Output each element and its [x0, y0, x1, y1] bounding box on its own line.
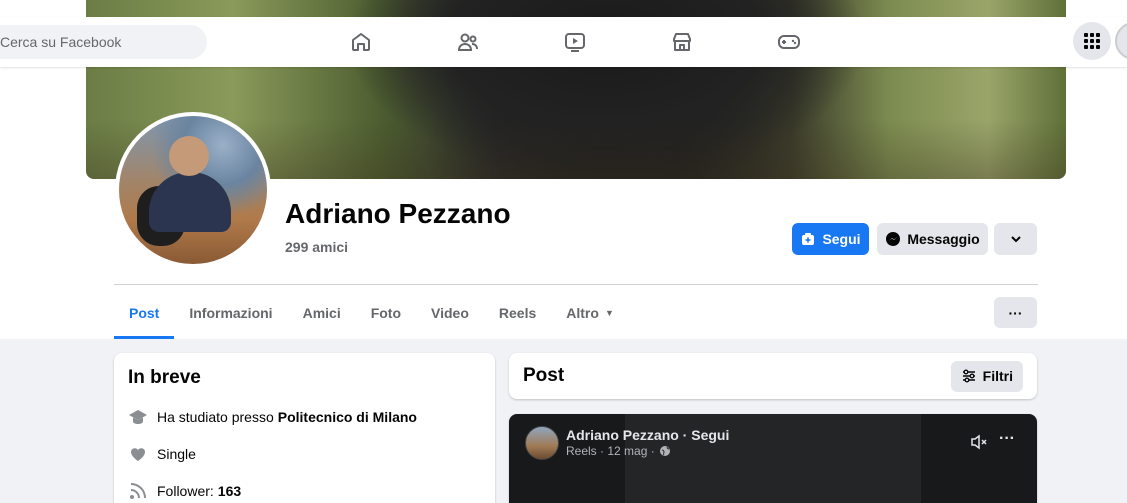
- profile-name: Adriano Pezzano: [285, 198, 511, 229]
- follower-label: Follower:: [157, 483, 214, 499]
- video-icon[interactable]: [559, 26, 591, 58]
- search-input[interactable]: [0, 25, 207, 59]
- filter-label: Filtri: [982, 368, 1013, 384]
- tab-reels[interactable]: Reels: [484, 286, 551, 339]
- home-icon[interactable]: [345, 26, 377, 58]
- message-button[interactable]: Messaggio: [877, 223, 988, 255]
- profile-tabs: Post Informazioni Amici Foto Video Reels…: [114, 286, 629, 339]
- messenger-icon: [886, 232, 901, 246]
- intro-title: In breve: [128, 367, 201, 388]
- top-navigation-bar: [0, 17, 1127, 67]
- tab-amici[interactable]: Amici: [288, 286, 356, 339]
- follower-count[interactable]: 163: [218, 483, 241, 499]
- graduation-cap-icon: [128, 407, 148, 427]
- profile-options-button[interactable]: [994, 223, 1037, 255]
- more-options-button[interactable]: ···: [994, 297, 1037, 328]
- sliders-icon: [962, 369, 975, 383]
- tab-video[interactable]: Video: [416, 286, 484, 339]
- heart-icon: [128, 444, 148, 464]
- relationship-row: Single: [128, 440, 481, 468]
- reel-post[interactable]: Adriano Pezzano · Segui Reels · 12 mag ·…: [509, 414, 1037, 503]
- follower-row: Follower: 163: [128, 477, 481, 503]
- profile-picture[interactable]: [115, 112, 271, 268]
- follow-label: Segui: [822, 231, 861, 247]
- tab-foto[interactable]: Foto: [356, 286, 416, 339]
- reel-meta-text: Reels · 12 mag ·: [566, 444, 655, 458]
- reel-meta: Reels · 12 mag ·: [566, 444, 671, 458]
- globe-icon: [659, 446, 670, 456]
- follow-icon: [802, 233, 815, 245]
- header-divider: [114, 284, 1038, 285]
- reel-options-icon[interactable]: ···: [999, 430, 1015, 448]
- marketplace-icon[interactable]: [666, 26, 698, 58]
- gaming-icon[interactable]: [773, 26, 805, 58]
- grid-menu-icon[interactable]: [1073, 22, 1111, 60]
- filter-button[interactable]: Filtri: [950, 360, 1023, 392]
- mute-icon[interactable]: [969, 432, 989, 452]
- tab-informazioni[interactable]: Informazioni: [174, 286, 287, 339]
- reel-author[interactable]: Adriano Pezzano · Segui: [566, 427, 729, 443]
- education-row: Ha studiato presso Politecnico di Milano: [128, 403, 481, 431]
- friends-count[interactable]: 299 amici: [285, 239, 348, 255]
- follow-button[interactable]: Segui: [792, 223, 869, 255]
- intro-card: In breve Ha studiato presso Politecnico …: [114, 353, 495, 503]
- relationship-status: Single: [157, 446, 196, 462]
- message-label: Messaggio: [907, 231, 980, 247]
- search-box[interactable]: [0, 25, 207, 59]
- education-school[interactable]: Politecnico di Milano: [278, 409, 417, 425]
- tab-post[interactable]: Post: [114, 286, 175, 339]
- reel-author-avatar[interactable]: [525, 426, 559, 460]
- friends-icon[interactable]: [452, 26, 484, 58]
- tab-altro[interactable]: Altro ▼: [551, 286, 629, 339]
- rss-icon: [128, 481, 148, 501]
- account-avatar[interactable]: [1115, 22, 1127, 60]
- caret-down-icon: ▼: [604, 307, 614, 318]
- tab-altro-label: Altro: [566, 304, 599, 321]
- posts-header-card: Post Filtri: [509, 353, 1037, 399]
- posts-title: Post: [523, 365, 565, 386]
- chevron-down-icon: [1010, 236, 1021, 243]
- education-prefix: Ha studiato presso: [157, 409, 274, 425]
